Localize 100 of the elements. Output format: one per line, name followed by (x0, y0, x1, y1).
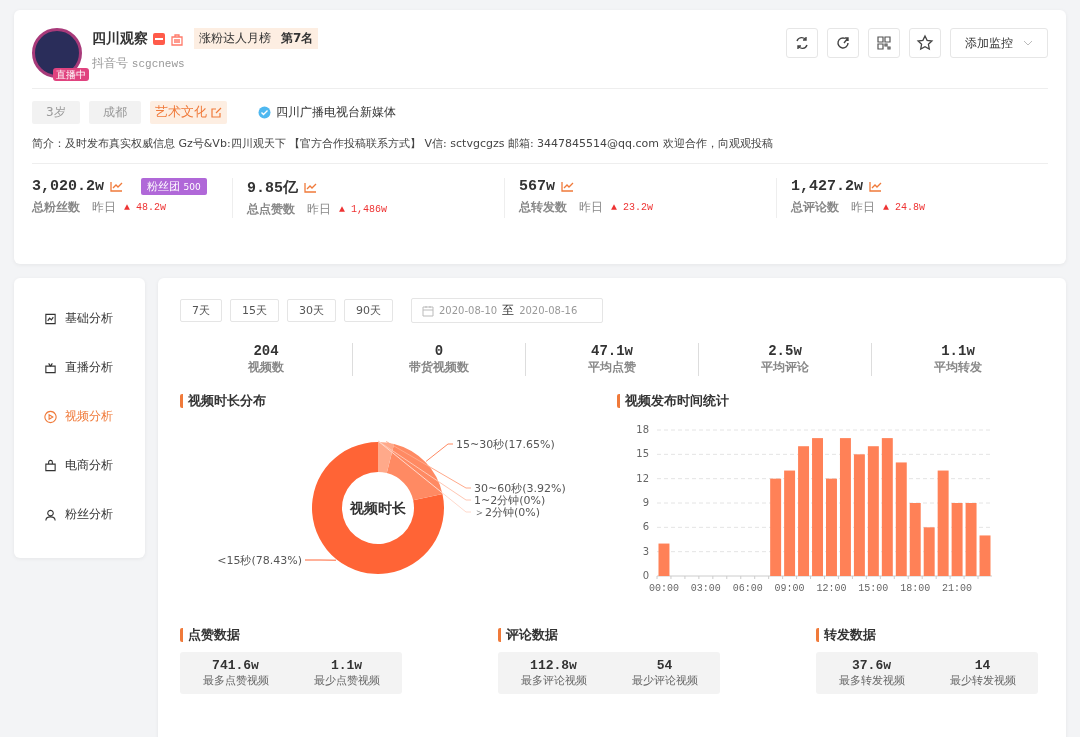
info-tag: 成都 (88, 101, 141, 124)
stat-delta: ▲ 24.8w (883, 202, 925, 213)
range-button[interactable]: 90天 (344, 299, 393, 322)
stat-value: 1,427.2w (791, 178, 863, 195)
date-separator: 至 (502, 302, 515, 319)
star-icon (916, 34, 934, 52)
section-title: 点赞数据 (180, 628, 408, 642)
summary-value: 2.5w (768, 343, 802, 359)
metric-value: 54 (656, 658, 673, 673)
trend-chart-icon (869, 181, 882, 192)
add-monitor-dropdown[interactable]: 添加监控 (950, 28, 1048, 58)
person-icon (44, 507, 57, 522)
metric-label: 最少转发视频 (949, 673, 1016, 688)
stat-value: 9.85亿 (247, 179, 298, 197)
metric-label: 最多转发视频 (838, 673, 905, 688)
qr-code-button[interactable] (868, 28, 900, 58)
stat-label: 总点赞数 (247, 201, 295, 218)
slice-label: 1~2分钟(0%) (474, 494, 546, 507)
metric-value: 14 (974, 658, 991, 673)
bar (658, 543, 670, 576)
account-label: 抖音号 (92, 56, 128, 70)
media-icon (152, 31, 166, 46)
slice-label: ＞2分钟(0%) (474, 506, 541, 519)
slice-label: 15~30秒(17.65%) (456, 438, 555, 451)
y-tick-label: 18 (636, 424, 649, 435)
metric-label: 最多点赞视频 (202, 673, 269, 688)
summary-label: 平均点赞 (588, 359, 636, 376)
yesterday-label: 昨日 (92, 199, 116, 216)
bar (923, 527, 935, 576)
yesterday-label: 昨日 (579, 199, 603, 216)
summary-label: 视频数 (248, 359, 284, 376)
x-tick-label: 09:00 (774, 583, 805, 594)
section-title: 评论数据 (498, 628, 726, 642)
bag-icon (44, 458, 57, 473)
section-title: 视频时长分布 (180, 394, 607, 408)
section-title: 转发数据 (816, 628, 1044, 642)
rank-label: 涨粉达人月榜 (199, 30, 271, 47)
shop-icon (170, 31, 184, 46)
stat-label: 总粉丝数 (32, 199, 80, 216)
x-tick-label: 21:00 (942, 583, 973, 594)
range-button[interactable]: 15天 (230, 299, 279, 322)
slice-label: <15秒(78.43%) (217, 554, 302, 567)
stat-label: 总转发数 (519, 199, 567, 216)
x-tick-label: 00:00 (648, 583, 679, 594)
leader-line (304, 559, 337, 561)
y-tick-label: 6 (642, 521, 649, 533)
donut-center-label: 视频时长 (350, 500, 406, 516)
edit-icon (210, 107, 222, 118)
fan-club-badge: 粉丝团 500 (141, 178, 207, 195)
chart-icon (44, 311, 57, 326)
summary-label: 平均评论 (761, 359, 809, 376)
stat-value: 567w (519, 178, 555, 195)
stat-value: 3,020.2w (32, 178, 104, 195)
refresh-icon (794, 35, 810, 51)
metric-label: 最多评论视频 (520, 673, 587, 688)
start-date: 2020-08-10 (439, 305, 498, 316)
x-tick-label: 12:00 (816, 583, 847, 594)
yesterday-label: 昨日 (307, 201, 331, 218)
chevron-down-icon (1023, 40, 1033, 46)
account-id: scgcnews (131, 58, 185, 70)
bio-text: 简介：及时发布真实权威信息 Gz号&Vb:四川观天下 【官方合作投稿联系方式】 V信: sctvgcgzs 邮箱: 3447845514@qq.com 欢迎合作，向观观投稿 (32, 136, 1048, 164)
sidebar-item[interactable]: 直播分析 (14, 343, 145, 392)
y-tick-label: 15 (636, 448, 649, 460)
x-tick-label: 15:00 (858, 583, 889, 594)
summary-value: 0 (434, 343, 444, 359)
metric-value: 1.1w (330, 658, 363, 673)
summary-label: 带货视频数 (409, 359, 469, 376)
stat-delta: ▲ 23.2w (611, 202, 653, 213)
refresh-button[interactable] (786, 28, 818, 58)
date-range-field[interactable]: 2020-08-10 至 2020-08-16 (411, 298, 603, 323)
account-name: 四川观察 (92, 29, 148, 48)
slice-label: 30~60秒(3.92%) (474, 482, 566, 495)
range-button[interactable]: 30天 (287, 299, 336, 322)
section-title: 视频发布时间统计 (617, 394, 1044, 408)
stat-label: 总评论数 (791, 199, 839, 216)
metric-label: 最少点赞视频 (313, 673, 380, 688)
sidebar-item[interactable]: 电商分析 (14, 441, 145, 490)
x-tick-label: 03:00 (690, 583, 721, 594)
yesterday-label: 昨日 (851, 199, 875, 216)
sidebar-item[interactable]: 粉丝分析 (14, 490, 145, 539)
bar (979, 535, 991, 576)
range-button[interactable]: 7天 (180, 299, 222, 322)
calendar-icon (422, 304, 434, 317)
trend-chart-icon (561, 181, 574, 192)
stat-delta: ▲ 48.2w (124, 202, 166, 213)
x-tick-label: 18:00 (900, 583, 931, 594)
trend-chart-icon (304, 182, 317, 193)
stat-delta: ▲ 1,486w (339, 204, 387, 215)
qr-code-icon (877, 36, 891, 50)
metric-value: 741.6w (212, 658, 259, 673)
sidebar-item[interactable]: 基础分析 (14, 294, 145, 343)
share-button[interactable] (827, 28, 859, 58)
rank-value: 第7名 (281, 30, 314, 47)
favorite-button[interactable] (909, 28, 941, 58)
summary-value: 204 (253, 343, 279, 359)
metric-label: 最少评论视频 (631, 673, 698, 688)
summary-value: 47.1w (591, 343, 633, 359)
trend-chart-icon (110, 181, 123, 192)
y-tick-label: 3 (642, 545, 649, 557)
y-tick-label: 12 (636, 472, 649, 484)
